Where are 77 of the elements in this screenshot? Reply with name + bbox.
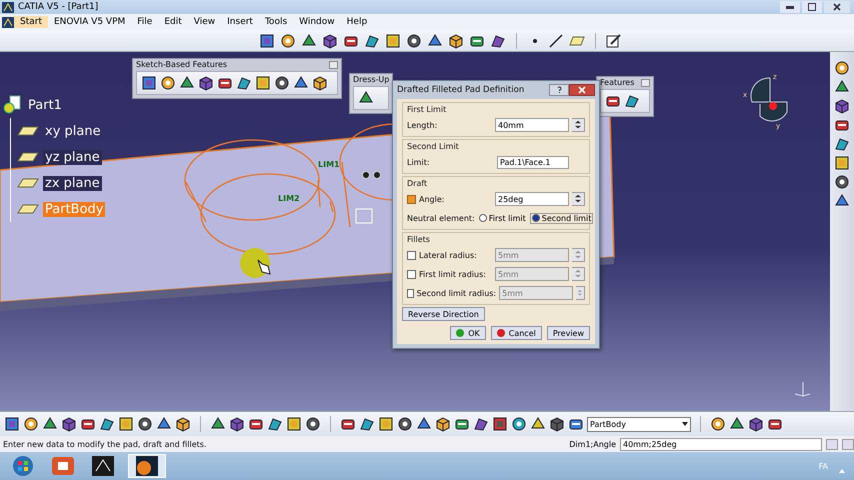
taskbar-app-button[interactable] — [128, 454, 166, 478]
limit-field[interactable]: Pad.1\Face.1 — [497, 156, 569, 168]
plane-icon — [17, 178, 39, 188]
body-dropdown[interactable]: PartBody — [587, 416, 691, 432]
tree-item[interactable]: Part1 — [26, 98, 64, 112]
close-button[interactable] — [569, 84, 595, 96]
field-label: Angle: — [419, 194, 444, 204]
dimension-label: LIM1 — [318, 160, 340, 169]
plane-icon[interactable] — [569, 36, 585, 46]
angle-field[interactable]: 25deg — [495, 192, 569, 206]
help-button[interactable] — [549, 84, 569, 96]
dialog-button[interactable]: OK — [450, 326, 486, 340]
toolbar-title: Dress-Up — [353, 75, 390, 86]
close-icon — [833, 3, 841, 11]
field-label: Neutral element: — [407, 214, 475, 222]
field-label: Second limit radius: — [416, 288, 496, 298]
toolbar-title: Sketch-Based Features — [136, 60, 228, 71]
slides-app-icon — [52, 457, 74, 475]
checkbox[interactable] — [407, 288, 414, 298]
field-label: First limit radius: — [419, 270, 486, 278]
radio-option[interactable]: First limit — [478, 214, 527, 222]
minimize-icon — [786, 6, 794, 8]
dialog-button[interactable]: Preview — [546, 326, 590, 340]
menu-item[interactable]: Tools — [258, 16, 294, 28]
command-field[interactable]: 40mm;25deg — [620, 438, 822, 450]
plane-icon — [17, 126, 39, 136]
group-heading: Draft — [407, 179, 428, 188]
close-button[interactable] — [824, 1, 850, 13]
toolbar-title: Features — [600, 78, 634, 89]
group-heading: Fillets — [407, 235, 431, 244]
status-message: Enter new data to modify the pad, draft and fillets. — [3, 440, 206, 448]
menu-item[interactable]: Window — [293, 16, 341, 28]
window-title: CATIA V5 - [Part1] — [18, 2, 98, 12]
field-label: Length: — [407, 120, 438, 130]
menu-item[interactable]: ENOVIA V5 VPM — [48, 16, 132, 28]
restore-icon — [808, 3, 816, 11]
question-icon — [556, 86, 562, 92]
close-icon — [578, 86, 586, 94]
menu-item[interactable]: Edit — [158, 16, 188, 28]
tree-item[interactable]: zx plane — [43, 176, 102, 190]
line-icon[interactable] — [549, 34, 563, 48]
menu-item[interactable]: Help — [340, 16, 374, 28]
checkbox[interactable] — [407, 194, 416, 204]
plane-icon — [17, 204, 39, 214]
field-label: Limit: — [407, 158, 430, 166]
tree-item[interactable]: xy plane — [43, 124, 103, 138]
checkbox[interactable] — [407, 270, 416, 278]
sketch-icon[interactable] — [606, 32, 622, 48]
dialog-title: Drafted Filleted Pad Definition — [397, 85, 524, 95]
dimension-label: LIM2 — [278, 194, 300, 203]
menu-item[interactable]: View — [188, 16, 222, 28]
spinner-arrows-icon[interactable] — [572, 118, 585, 132]
radio-option[interactable]: Second limit — [530, 212, 594, 224]
menu-item[interactable]: Start — [14, 16, 48, 28]
checkbox[interactable] — [407, 250, 416, 260]
windows-logo-icon — [12, 455, 34, 477]
app-icon — [136, 456, 158, 476]
dialog-button[interactable]: Cancel — [490, 326, 542, 340]
status-prompt: Dim1;Angle — [569, 440, 616, 448]
menu-item[interactable]: Insert — [221, 16, 259, 28]
menu-item[interactable]: File — [131, 16, 158, 28]
group-heading: Second Limit — [407, 142, 460, 151]
field-label: Lateral radius: — [419, 250, 477, 260]
length-field[interactable]: 40mm — [495, 118, 569, 132]
app-logo-icon — [2, 16, 14, 28]
app-logo-icon — [2, 2, 14, 12]
minimize-button[interactable] — [780, 1, 800, 13]
spinner-arrows-icon[interactable] — [572, 192, 585, 206]
reverse-direction-button[interactable]: Reverse Direction — [402, 307, 485, 321]
tree-item[interactable]: yz plane — [43, 150, 102, 164]
up-arrow-icon — [838, 468, 846, 474]
app-icon — [92, 456, 114, 476]
plane-icon — [17, 152, 39, 162]
restore-button[interactable] — [802, 1, 822, 13]
point-icon[interactable] — [532, 38, 538, 44]
language-indicator: FA — [818, 462, 828, 470]
group-heading: First Limit — [407, 105, 448, 114]
